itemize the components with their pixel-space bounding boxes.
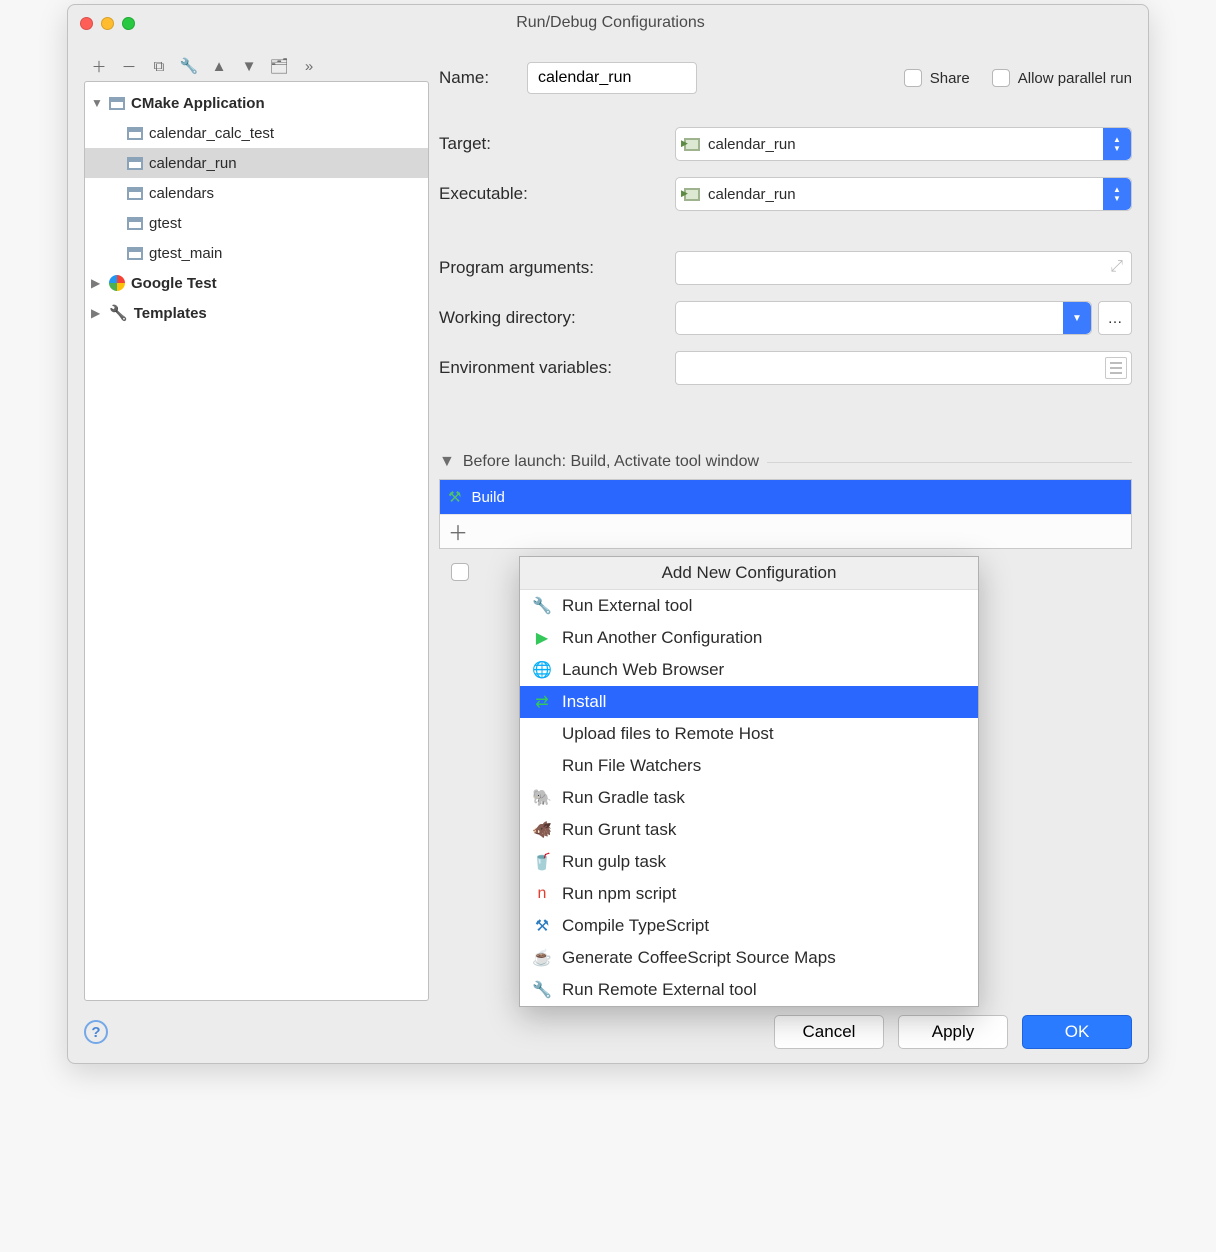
expand-icon[interactable]: ⤢	[1110, 258, 1123, 276]
tree-cmake[interactable]: ▼ CMake Application	[85, 88, 428, 118]
config-toolbar: ＋ － ⧉ 🔧 ▲ ▼ 🗂 »	[84, 51, 429, 81]
allow-parallel-label: Allow parallel run	[1018, 70, 1132, 87]
env-input[interactable]	[675, 351, 1132, 385]
target-dropdown[interactable]: calendar_run ▲▼	[675, 127, 1132, 161]
item-icon: ⚒	[532, 916, 552, 936]
item-icon: ⇄	[532, 692, 552, 712]
item-icon: 🔧	[532, 980, 552, 1000]
popup-item[interactable]: ▶Run Another Configuration	[520, 622, 978, 654]
share-label: Share	[930, 70, 970, 87]
tree-item-calendars[interactable]: calendars	[85, 178, 428, 208]
exec-dropdown[interactable]: calendar_run ▲▼	[675, 177, 1132, 211]
tree-item-calendar_run[interactable]: calendar_run	[85, 148, 428, 178]
down-icon[interactable]: ▼	[238, 55, 260, 77]
app-icon	[127, 217, 143, 230]
remove-icon[interactable]: －	[118, 55, 140, 77]
target-icon	[684, 188, 700, 201]
apply-button[interactable]: Apply	[898, 1015, 1008, 1049]
args-input[interactable]: ⤢	[675, 251, 1132, 285]
hammer-icon	[448, 488, 461, 506]
popup-item[interactable]: 🔧Run External tool	[520, 590, 978, 622]
allow-parallel-checkbox[interactable]	[992, 69, 1010, 87]
item-icon: 🥤	[532, 852, 552, 872]
tree-item-gtest[interactable]: gtest	[85, 208, 428, 238]
popup-title: Add New Configuration	[520, 557, 978, 590]
tree-item-gtest_main[interactable]: gtest_main	[85, 238, 428, 268]
popup-item[interactable]: 🐗Run Grunt task	[520, 814, 978, 846]
target-icon	[684, 138, 700, 151]
popup-item[interactable]: 🌐Launch Web Browser	[520, 654, 978, 686]
popup-item[interactable]: ☕Generate CoffeeScript Source Maps	[520, 942, 978, 974]
item-icon: 🔧	[532, 596, 552, 616]
popup-item[interactable]: nRun npm script	[520, 878, 978, 910]
ok-button[interactable]: OK	[1022, 1015, 1132, 1049]
before-launch-item[interactable]: Build	[440, 480, 1131, 514]
titlebar: Run/Debug Configurations	[68, 5, 1148, 41]
config-tree[interactable]: ▼ CMake Application calendar_calc_testca…	[84, 81, 429, 1001]
help-button[interactable]: ?	[84, 1020, 108, 1044]
item-icon: 🐗	[532, 820, 552, 840]
gtest-icon	[109, 275, 125, 291]
copy-icon[interactable]: ⧉	[148, 55, 170, 77]
name-input[interactable]	[527, 62, 697, 94]
before-launch-toolbar: ＋	[440, 514, 1131, 548]
popup-item[interactable]: 🐘Run Gradle task	[520, 782, 978, 814]
tree-item-calendar_calc_test[interactable]: calendar_calc_test	[85, 118, 428, 148]
name-label: Name:	[439, 68, 527, 88]
show-page-checkbox[interactable]	[451, 563, 469, 581]
zoom-icon[interactable]	[122, 17, 135, 30]
tree-templates[interactable]: ▶ Templates	[85, 298, 428, 328]
minimize-icon[interactable]	[101, 17, 114, 30]
args-label: Program arguments:	[439, 258, 675, 278]
browse-button[interactable]: …	[1098, 301, 1132, 335]
popup-item[interactable]: Upload files to Remote Host	[520, 718, 978, 750]
popup-item[interactable]: 🔧Run Remote External tool	[520, 974, 978, 1006]
popup-item[interactable]: ⚒Compile TypeScript	[520, 910, 978, 942]
app-icon	[127, 187, 143, 200]
app-icon	[127, 157, 143, 170]
item-icon: n	[532, 885, 552, 903]
wrench-icon	[109, 304, 128, 322]
env-label: Environment variables:	[439, 358, 675, 378]
popup-item[interactable]: 🥤Run gulp task	[520, 846, 978, 878]
list-icon[interactable]	[1105, 357, 1127, 379]
chevron-down-icon: ▼	[1063, 302, 1091, 334]
folder-icon[interactable]: 🗂	[268, 55, 290, 77]
wd-label: Working directory:	[439, 308, 675, 328]
exec-label: Executable:	[439, 184, 675, 204]
app-icon	[109, 97, 125, 110]
item-icon: ▶	[532, 628, 552, 648]
more-icon[interactable]: »	[298, 55, 320, 77]
target-label: Target:	[439, 134, 675, 154]
app-icon	[127, 247, 143, 260]
tree-googletest[interactable]: ▶ Google Test	[85, 268, 428, 298]
window-title: Run/Debug Configurations	[135, 14, 1136, 32]
divider	[767, 462, 1132, 463]
edit-icon[interactable]: 🔧	[178, 55, 200, 77]
popup-item[interactable]: ⇄Install	[520, 686, 978, 718]
before-launch-title: Before launch: Build, Activate tool wind…	[463, 453, 759, 471]
wd-dropdown[interactable]: ▼	[675, 301, 1092, 335]
add-icon[interactable]: ＋	[88, 55, 110, 77]
before-launch-list: Build ＋	[439, 479, 1132, 549]
item-icon: 🌐	[532, 660, 552, 680]
add-config-popup: Add New Configuration 🔧Run External tool…	[519, 556, 979, 1007]
cancel-button[interactable]: Cancel	[774, 1015, 884, 1049]
app-icon	[127, 127, 143, 140]
chevron-down-icon[interactable]: ▼	[439, 453, 455, 471]
chevron-updown-icon: ▲▼	[1103, 178, 1131, 210]
up-icon[interactable]: ▲	[208, 55, 230, 77]
add-before-launch-button[interactable]: ＋	[448, 517, 468, 546]
popup-item[interactable]: Run File Watchers	[520, 750, 978, 782]
chevron-updown-icon: ▲▼	[1103, 128, 1131, 160]
item-icon: ☕	[532, 948, 552, 968]
share-checkbox[interactable]	[904, 69, 922, 87]
close-icon[interactable]	[80, 17, 93, 30]
item-icon: 🐘	[532, 788, 552, 808]
